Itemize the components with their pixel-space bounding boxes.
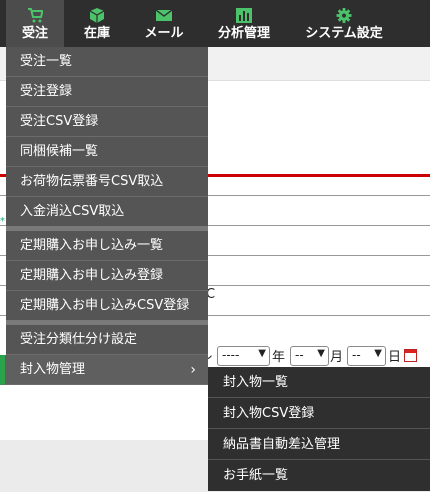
menu-item-bundle-candidates[interactable]: 同梱候補一覧 [6, 137, 208, 167]
menu-item-subscription-register[interactable]: 定期購入お申し込み登録 [6, 261, 208, 291]
menu-item-order-classification[interactable]: 受注分類仕分け設定 [6, 325, 208, 355]
menu-item-order-list[interactable]: 受注一覧 [6, 47, 208, 77]
submenu-item-enclosure-list[interactable]: 封入物一覧 [208, 367, 430, 398]
year-select[interactable]: ---- ▼ [217, 346, 270, 366]
chevron-down-icon: ▼ [317, 348, 325, 359]
nav-label: 分析管理 [217, 26, 270, 41]
submenu-item-letter-list[interactable]: お手紙一覧 [208, 460, 430, 491]
chevron-right-icon: › [190, 362, 196, 378]
chart-icon [236, 8, 252, 23]
menu-item-tracking-csv-import[interactable]: お荷物伝票番号CSV取込 [6, 167, 208, 197]
month-unit-label: 月 [330, 350, 344, 365]
calendar-icon[interactable] [404, 349, 417, 362]
gear-icon [336, 8, 352, 23]
nav-item-mail[interactable]: メール [134, 0, 194, 47]
box-icon [89, 8, 105, 23]
menu-item-enclosure-management[interactable]: 封入物管理 › [0, 355, 208, 385]
nav-item-analytics[interactable]: 分析管理 [208, 0, 280, 47]
chevron-down-icon: ▼ [374, 348, 382, 359]
nav-item-inventory[interactable]: 在庫 [70, 0, 124, 47]
menu-item-payment-csv-import[interactable]: 入金消込CSV取込 [6, 197, 208, 231]
nav-label: システム設定 [305, 26, 383, 41]
mail-icon [156, 9, 172, 21]
menu-item-subscription-csv-register[interactable]: 定期購入お申し込みCSV登録 [6, 291, 208, 325]
menu-item-order-csv-register[interactable]: 受注CSV登録 [6, 107, 208, 137]
menu-item-order-register[interactable]: 受注登録 [6, 77, 208, 107]
orders-dropdown-menu: 受注一覧 受注登録 受注CSV登録 同梱候補一覧 お荷物伝票番号CSV取込 入金… [0, 47, 208, 385]
month-select[interactable]: -- ▼ [290, 346, 329, 366]
chevron-down-icon: ▼ [258, 348, 266, 359]
nav-item-orders[interactable]: 受注 [6, 0, 64, 47]
nav-item-system-settings[interactable]: システム設定 [298, 0, 390, 47]
top-navigation: 受注 在庫 メール 分析管理 システム設定 [0, 0, 430, 47]
submenu-item-enclosure-csv-register[interactable]: 封入物CSV登録 [208, 398, 430, 429]
menu-item-label: 封入物管理 [20, 362, 86, 377]
day-select[interactable]: -- ▼ [347, 346, 386, 366]
nav-label: メール [144, 26, 184, 41]
submenu-item-invoice-auto-insert[interactable]: 納品書自動差込管理 [208, 429, 430, 460]
enclosure-submenu: 封入物一覧 封入物CSV登録 納品書自動差込管理 お手紙一覧 [208, 367, 430, 491]
day-unit-label: 日 [388, 350, 402, 365]
required-mark: * [0, 216, 5, 227]
nav-label: 在庫 [83, 26, 110, 41]
year-unit-label: 年 [272, 350, 286, 365]
cart-icon [28, 8, 43, 23]
nav-label: 受注 [21, 26, 48, 41]
menu-item-subscription-list[interactable]: 定期購入お申し込み一覧 [6, 231, 208, 261]
